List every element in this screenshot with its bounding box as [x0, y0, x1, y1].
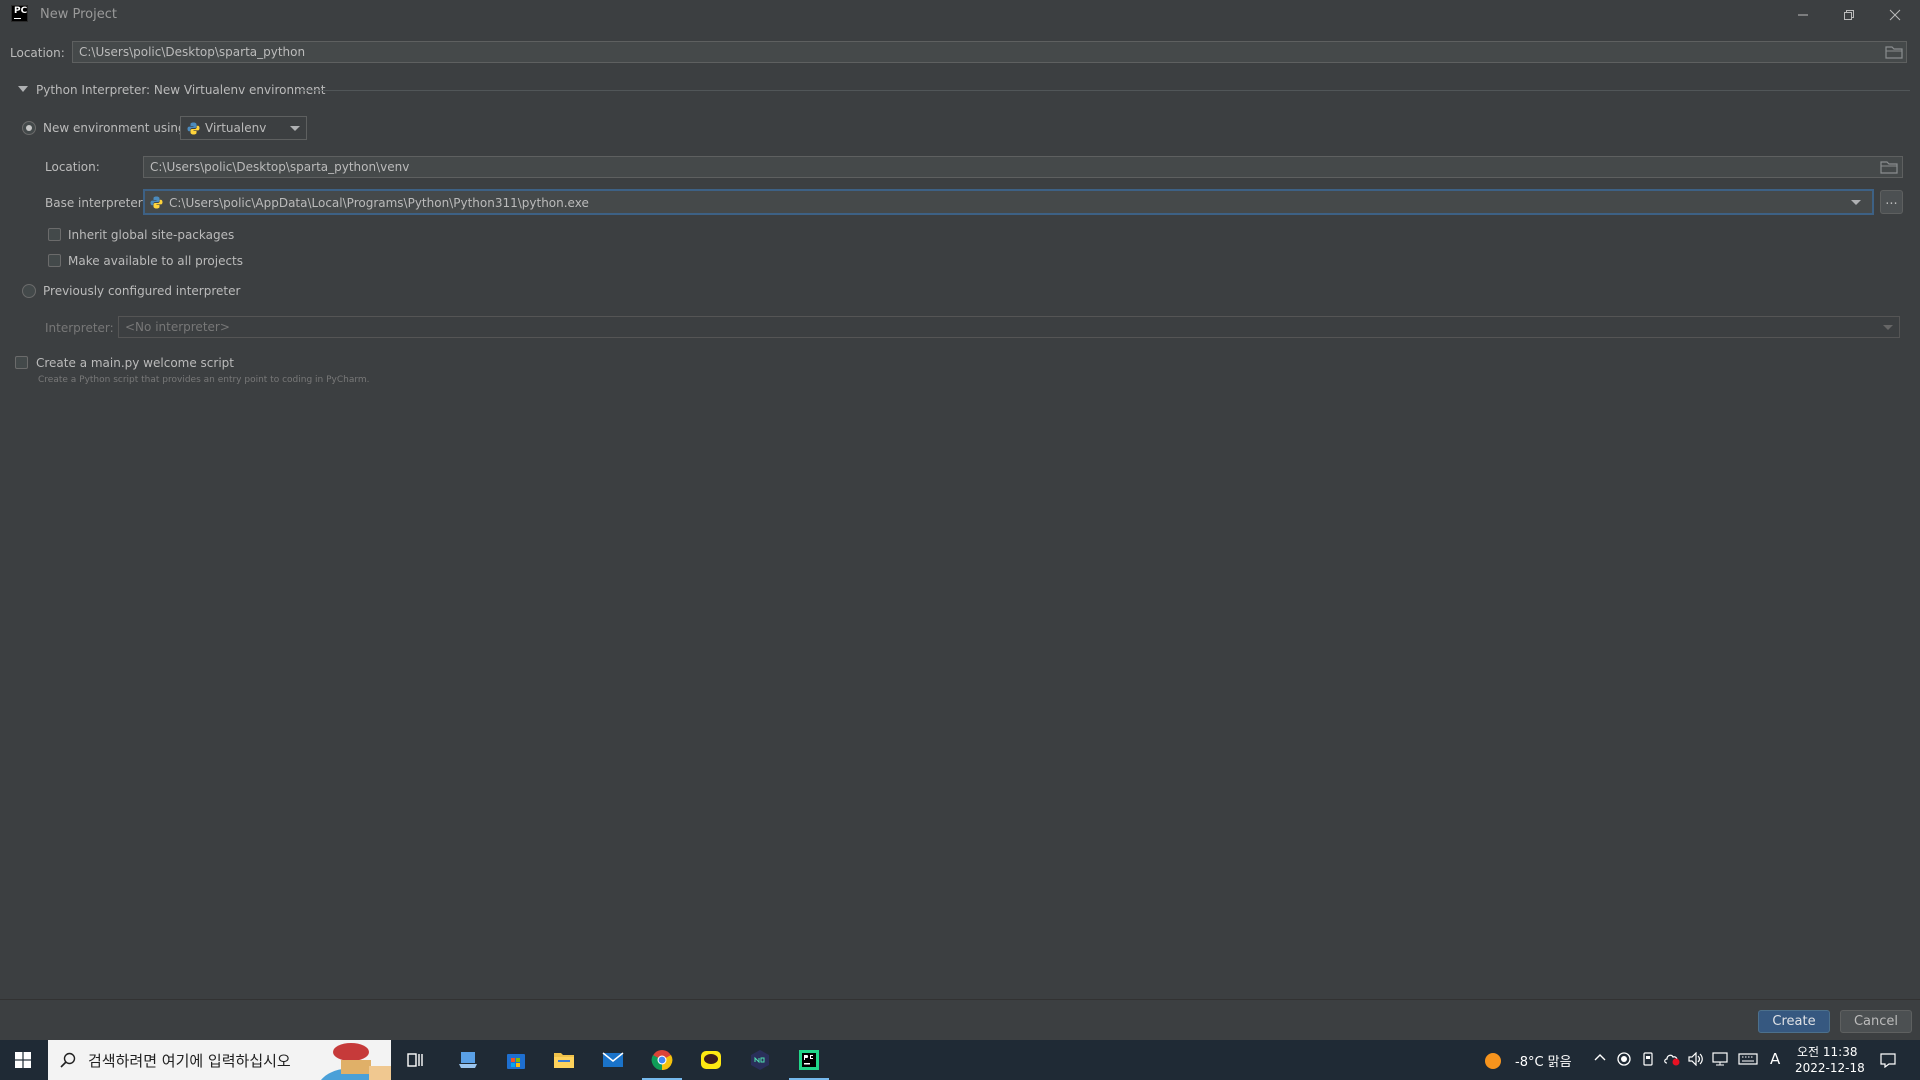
taskbar-app-pycharm[interactable] — [785, 1040, 833, 1080]
minimize-button[interactable] — [1780, 0, 1826, 30]
welcome-script-checkbox[interactable] — [15, 356, 28, 369]
task-view-button[interactable] — [392, 1040, 440, 1080]
env-tool-value: Virtualenv — [205, 121, 267, 135]
taskbar-app-kakaotalk[interactable] — [687, 1040, 735, 1080]
nox-player-icon — [751, 1050, 769, 1070]
chevron-down-icon — [1883, 325, 1893, 330]
new-environment-label: New environment using — [43, 121, 186, 135]
ime-indicator[interactable]: A — [1770, 1050, 1780, 1068]
project-location-field[interactable]: C:\Users\polic\Desktop\sparta_python — [72, 41, 1907, 63]
taskbar-app-chrome[interactable] — [638, 1040, 686, 1080]
taskbar-app-store[interactable] — [492, 1040, 540, 1080]
python-icon — [150, 196, 163, 209]
task-view-icon — [407, 1053, 423, 1067]
inherit-site-packages-label: Inherit global site-packages — [68, 228, 235, 242]
venv-location-field[interactable]: C:\Users\polic\Desktop\sparta_python\ven… — [143, 156, 1903, 178]
python-icon — [187, 122, 200, 135]
env-tool-dropdown[interactable]: Virtualenv — [180, 116, 307, 140]
previous-interpreter-label: Previously configured interpreter — [43, 284, 241, 298]
chevron-down-icon — [290, 126, 300, 131]
new-environment-radio[interactable] — [22, 121, 36, 135]
window-title: New Project — [40, 7, 117, 22]
welcome-script-hint: Create a Python script that provides an … — [38, 375, 370, 385]
venv-location-value: C:\Users\polic\Desktop\sparta_python\ven… — [150, 160, 410, 174]
base-interpreter-value: C:\Users\polic\AppData\Local\Programs\Py… — [169, 196, 589, 210]
restore-icon — [1844, 10, 1854, 20]
taskbar-app-laptop[interactable] — [444, 1040, 492, 1080]
cancel-button[interactable]: Cancel — [1840, 1010, 1912, 1033]
project-location-value: C:\Users\polic\Desktop\sparta_python — [79, 45, 306, 59]
chevron-down-icon[interactable] — [1851, 200, 1861, 205]
restore-button[interactable] — [1826, 0, 1872, 30]
project-location-label: Location: — [10, 46, 65, 60]
pycharm-icon — [799, 1050, 819, 1070]
taskbar-search-box[interactable]: 검색하려면 여기에 입력하십시오 — [48, 1040, 391, 1080]
search-placeholder: 검색하려면 여기에 입력하십시오 — [88, 1052, 291, 1070]
search-icon — [60, 1052, 76, 1068]
search-highlight-illustration — [321, 1043, 391, 1080]
browse-folder-icon[interactable] — [1885, 45, 1903, 59]
clock-date[interactable]: 2022-12-18 — [1795, 1061, 1865, 1075]
title-bar: PC New Project — [0, 0, 1920, 30]
keyboard-icon[interactable] — [1738, 1052, 1758, 1068]
volume-icon[interactable] — [1688, 1051, 1704, 1068]
make-available-checkbox[interactable] — [48, 254, 61, 267]
network-icon[interactable] — [1712, 1052, 1728, 1068]
expand-chevron-icon[interactable] — [18, 86, 28, 94]
show-hidden-icons-chevron-icon[interactable] — [1592, 1052, 1608, 1068]
windows-taskbar: 검색하려면 여기에 입력하십시오 -8°C 맑음 A 오전 11:38 2022… — [0, 1040, 1920, 1080]
base-interpreter-combobox[interactable]: C:\Users\polic\AppData\Local\Programs\Py… — [143, 189, 1874, 215]
section-divider — [300, 90, 1910, 91]
pycharm-logo-icon: PC — [11, 5, 28, 22]
welcome-script-label: Create a main.py welcome script — [36, 356, 234, 370]
browse-folder-icon[interactable] — [1880, 160, 1898, 174]
browse-interpreter-button[interactable]: ... — [1880, 190, 1903, 214]
record-icon[interactable] — [1616, 1052, 1632, 1068]
close-button[interactable] — [1872, 0, 1918, 30]
inherit-site-packages-checkbox[interactable] — [48, 228, 61, 241]
weather-text[interactable]: -8°C 맑음 — [1515, 1051, 1572, 1070]
interpreter-label: Interpreter: — [45, 321, 114, 335]
minimize-icon — [1798, 14, 1808, 16]
taskbar-app-nox[interactable] — [736, 1040, 784, 1080]
folder-icon — [554, 1053, 574, 1068]
venv-location-label: Location: — [45, 160, 100, 174]
notification-center-icon[interactable] — [1880, 1052, 1896, 1069]
microsoft-store-icon — [507, 1054, 525, 1069]
chrome-icon — [651, 1050, 673, 1071]
onedrive-error-icon[interactable] — [1664, 1052, 1680, 1068]
start-button[interactable] — [0, 1040, 46, 1080]
device-icon[interactable] — [1640, 1052, 1656, 1068]
create-button[interactable]: Create — [1758, 1010, 1830, 1033]
laptop-app-icon — [459, 1052, 477, 1068]
interpreter-combobox: <No interpreter> — [118, 316, 1900, 338]
taskbar-app-mail[interactable] — [589, 1040, 637, 1080]
interpreter-value: <No interpreter> — [125, 320, 230, 334]
taskbar-app-explorer[interactable] — [540, 1040, 588, 1080]
weather-sun-icon[interactable] — [1484, 1052, 1502, 1070]
close-icon — [1889, 9, 1901, 21]
windows-logo-icon — [15, 1052, 31, 1068]
base-interpreter-label: Base interpreter: — [45, 196, 147, 210]
dialog-button-bar — [0, 999, 1920, 1040]
kakaotalk-icon — [701, 1051, 721, 1069]
mail-icon — [602, 1052, 624, 1067]
make-available-label: Make available to all projects — [68, 254, 244, 268]
interpreter-section-header[interactable]: Python Interpreter: New Virtualenv envir… — [36, 83, 325, 97]
clock-time[interactable]: 오전 11:38 — [1797, 1043, 1857, 1060]
previous-interpreter-radio[interactable] — [22, 284, 36, 298]
